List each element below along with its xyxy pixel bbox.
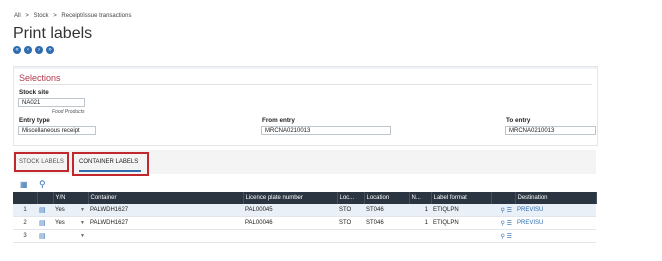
search-icon[interactable]: ⚲ [501,221,505,227]
grid-header-row: Y/N Container Licence plate number Loc..… [13,192,597,204]
next-icon[interactable]: › [35,46,43,54]
row-detail-icon[interactable]: ▤ [37,204,53,217]
container-labels-grid: Y/N Container Licence plate number Loc..… [13,192,597,243]
row-number: 2 [13,216,37,230]
page-title: Print labels [13,25,93,42]
breadcrumb-receipt-issue[interactable]: Receipt/issue transactions [61,13,131,19]
location-cell[interactable] [364,229,409,243]
to-entry-field[interactable]: MRCNA0210013 [505,126,596,135]
last-icon[interactable]: » [46,46,54,54]
container-cell[interactable]: PALWDH1627 [88,204,243,217]
grid-view-icon[interactable]: ▦ [20,180,28,189]
breadcrumb-separator: > [53,13,57,19]
breadcrumb: All > Stock > Receipt/issue transactions [14,13,134,19]
loc-type-cell[interactable]: STO [337,216,364,230]
chevron-down-icon[interactable]: ▼ [80,207,85,213]
row-detail-icon[interactable]: ▤ [37,229,53,243]
entry-type-field[interactable]: Miscellaneous receipt [18,126,96,135]
format-tools: ⚲ ☰ [491,216,515,230]
column-header-licence-plate[interactable]: Licence plate number [243,192,338,204]
table-row[interactable]: 3 ▤ ▼ ⚲ ☰ [13,229,596,243]
format-tools: ⚲ ☰ [491,229,515,243]
entry-type-label: Entry type [19,117,50,124]
column-header-actions [37,192,54,204]
chevron-down-icon[interactable]: ▼ [80,233,85,239]
chevron-down-icon[interactable]: ▼ [80,220,85,226]
container-cell[interactable]: PALWDH1627 [88,216,243,230]
yn-value: Yes [55,220,65,226]
number-cell[interactable]: 1 [409,204,431,217]
record-navigation: « ‹ › » [13,46,54,54]
from-entry-field[interactable]: MRCNA0210013 [261,126,391,135]
table-row[interactable]: 2 ▤ Yes ▼ PALWDH1627 PAL00046 STO ST046 1… [13,216,596,230]
loc-type-cell[interactable] [337,229,364,243]
destination-cell[interactable]: PREVISU [515,216,596,230]
list-icon[interactable]: ☰ [507,234,512,240]
search-icon[interactable]: ⚲ [501,234,505,240]
highlight-box-container-labels [72,152,149,176]
search-icon[interactable]: ⚲ [501,208,505,214]
location-cell[interactable]: ST046 [364,204,409,217]
licence-plate-cell[interactable] [243,229,337,243]
column-header-container[interactable]: Container [88,192,244,204]
number-cell[interactable] [409,229,431,243]
yn-value: Yes [55,207,65,213]
first-icon[interactable]: « [13,46,21,54]
column-header-row-number [13,192,38,204]
column-header-number[interactable]: N... [409,192,432,204]
breadcrumb-stock[interactable]: Stock [34,13,49,19]
selections-panel: Selections Stock site NA021 Food Product… [13,66,598,146]
to-entry-label: To entry [506,117,531,124]
selections-title: Selections [19,73,61,83]
row-number: 1 [13,204,37,217]
column-header-location[interactable]: Location [364,192,410,204]
search-icon[interactable]: ⚲ [39,179,46,190]
breadcrumb-all[interactable]: All [14,13,21,19]
table-row[interactable]: 1 ▤ Yes ▼ PALWDH1627 PAL00045 STO ST046 1… [13,204,596,217]
format-tools: ⚲ ☰ [491,204,515,217]
destination-cell[interactable]: PREVISU [515,204,596,217]
column-header-yn[interactable]: Y/N [53,192,89,204]
location-cell[interactable]: ST046 [364,216,409,230]
number-cell[interactable]: 1 [409,216,431,230]
stock-site-field[interactable]: NA021 [18,98,85,107]
yn-select[interactable]: Yes ▼ [53,204,88,217]
yn-select[interactable]: Yes ▼ [53,216,88,230]
container-cell[interactable] [88,229,243,243]
column-header-label-format[interactable]: Label format [431,192,492,204]
previous-icon[interactable]: ‹ [24,46,32,54]
stock-site-label: Stock site [19,89,49,96]
panel-top-bar [14,67,597,69]
row-detail-icon[interactable]: ▤ [37,216,53,230]
label-format-cell[interactable]: ETIQLPN [431,204,491,217]
highlight-box-stock-labels [14,152,69,172]
yn-select[interactable]: ▼ [53,229,88,243]
column-header-destination[interactable]: Destination [515,192,597,204]
licence-plate-cell[interactable]: PAL00045 [243,204,337,217]
licence-plate-cell[interactable]: PAL00046 [243,216,337,230]
row-number: 3 [13,229,37,243]
stock-site-description: Food Products [52,109,85,115]
from-entry-label: From entry [262,117,295,124]
column-header-loc-type[interactable]: Loc... [337,192,365,204]
list-icon[interactable]: ☰ [507,221,512,227]
loc-type-cell[interactable]: STO [337,204,364,217]
label-format-cell[interactable]: ETIQLPN [431,216,491,230]
label-format-cell[interactable] [431,229,491,243]
list-icon[interactable]: ☰ [507,208,512,214]
column-header-format-tools [491,192,516,204]
divider [19,84,592,85]
breadcrumb-separator: > [25,13,29,19]
destination-cell[interactable] [515,229,596,243]
